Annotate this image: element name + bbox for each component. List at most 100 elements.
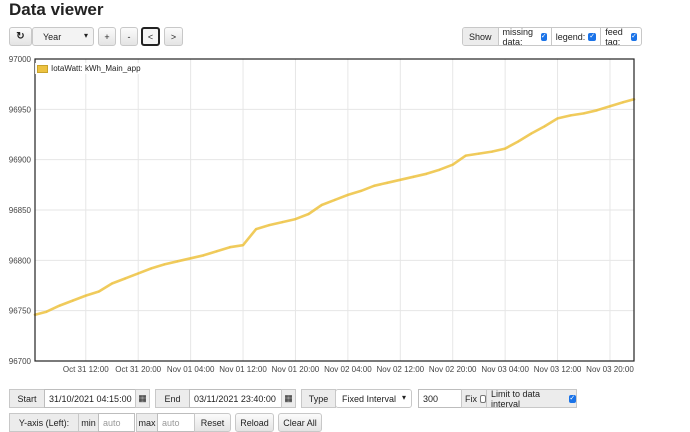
show-options: Show missing data: ✓ legend: ✓ feed tag:… xyxy=(462,27,642,46)
calendar-icon: ▦ xyxy=(138,393,147,403)
data-point xyxy=(438,168,441,171)
x-tick-label: Nov 02 12:00 xyxy=(377,365,425,374)
data-point xyxy=(478,152,480,155)
data-point xyxy=(176,260,179,263)
data-point xyxy=(98,290,100,293)
data-point xyxy=(386,182,389,184)
data-point xyxy=(622,101,624,104)
data-point xyxy=(242,244,244,246)
x-tick-label: Nov 03 12:00 xyxy=(534,365,582,374)
limit-interval-toggle[interactable]: Limit to data interval ✓ xyxy=(486,388,577,409)
show-label: Show xyxy=(463,28,499,45)
period-select[interactable]: Year ▾ xyxy=(32,27,94,46)
legend-checkbox[interactable]: ✓ xyxy=(588,32,597,41)
period-select-value: Year xyxy=(43,31,62,42)
start-label: Start xyxy=(9,389,45,408)
data-point xyxy=(281,221,284,223)
missing-data-toggle[interactable]: missing data: ✓ xyxy=(499,28,552,45)
feed-tag-label: feed tag: xyxy=(605,27,623,46)
data-point xyxy=(111,282,113,285)
y-tick-label: 96800 xyxy=(9,256,32,265)
end-datetime-input[interactable]: 03/11/2021 23:40:00 xyxy=(189,389,282,408)
x-tick-label: Nov 03 04:00 xyxy=(481,365,529,374)
data-point xyxy=(268,224,271,226)
end-calendar-button[interactable]: ▦ xyxy=(281,389,296,408)
y-tick-label: 96700 xyxy=(9,357,32,366)
data-point xyxy=(517,140,519,143)
fix-toggle[interactable]: Fix xyxy=(461,389,487,408)
y-tick-label: 96750 xyxy=(9,307,32,316)
y-axis-ticks: 96700 96750 96800 96850 96900 96950 97000 xyxy=(9,55,32,366)
interval-input[interactable]: 300 xyxy=(418,389,462,408)
limit-interval-checkbox[interactable]: ✓ xyxy=(568,394,576,403)
refresh-icon: ↻ xyxy=(16,31,25,42)
calendar-icon: ▦ xyxy=(284,393,293,403)
feed-tag-toggle[interactable]: feed tag: ✓ xyxy=(601,28,641,45)
data-point xyxy=(124,277,126,280)
series-line xyxy=(33,97,636,317)
max-label: max xyxy=(136,413,158,432)
x-tick-label: Nov 02 20:00 xyxy=(429,365,477,374)
reset-button[interactable]: Reset xyxy=(194,413,231,432)
data-point xyxy=(294,218,297,220)
chevron-down-icon: ▾ xyxy=(83,31,88,40)
x-tick-label: Nov 01 04:00 xyxy=(167,365,215,374)
reload-button[interactable]: Reload xyxy=(235,413,274,432)
feed-tag-checkbox[interactable]: ✓ xyxy=(631,32,637,41)
x-tick-label: Nov 01 20:00 xyxy=(272,365,320,374)
type-label: Type xyxy=(301,389,336,408)
data-point xyxy=(307,213,310,215)
data-point xyxy=(163,263,166,266)
data-point xyxy=(609,105,611,108)
data-point xyxy=(45,310,48,313)
data-point xyxy=(425,173,428,175)
yaxis-left-label: Y-axis (Left): xyxy=(9,413,79,432)
legend-toggle-label: legend: xyxy=(555,31,586,42)
data-point xyxy=(347,194,349,196)
yaxis-max-input[interactable]: auto xyxy=(157,413,195,432)
data-point xyxy=(202,254,205,257)
start-calendar-button[interactable]: ▦ xyxy=(135,389,150,408)
x-tick-label: Nov 02 04:00 xyxy=(324,365,372,374)
data-point xyxy=(491,150,493,153)
data-point xyxy=(504,147,506,150)
data-point xyxy=(189,257,192,260)
data-chart[interactable]: 96700 96750 96800 96850 96900 96950 97000 Oct … xyxy=(0,52,690,378)
refresh-button[interactable]: ↻ xyxy=(9,27,32,46)
y-tick-label: 96850 xyxy=(9,206,32,215)
data-point xyxy=(334,199,336,201)
pan-left-button[interactable]: < xyxy=(141,27,160,46)
chart-grid xyxy=(35,58,634,362)
x-axis-ticks: Oct 31 12:00 Oct 31 20:00 Nov 01 04:00 Nov … xyxy=(63,365,634,374)
missing-data-checkbox[interactable]: ✓ xyxy=(540,32,547,41)
data-point xyxy=(569,114,572,117)
zoom-in-button[interactable]: + xyxy=(98,27,116,46)
zoom-out-button[interactable]: - xyxy=(120,27,138,46)
data-point xyxy=(373,185,375,187)
clear-all-button[interactable]: Clear All xyxy=(278,413,322,432)
data-point xyxy=(58,304,61,307)
limit-interval-label: Limit to data interval xyxy=(491,388,541,409)
data-point xyxy=(543,125,546,128)
legend-series-label: IotaWatt: kWh_Main_app xyxy=(51,64,141,73)
x-tick-label: Nov 01 12:00 xyxy=(219,365,267,374)
type-select[interactable]: Fixed Interval ▾ xyxy=(335,389,412,408)
fix-label: Fix xyxy=(465,393,477,404)
y-tick-label: 96900 xyxy=(9,156,32,165)
legend-swatch xyxy=(37,64,48,73)
data-point xyxy=(229,246,231,248)
y-tick-label: 96950 xyxy=(9,105,32,114)
x-tick-label: Nov 03 20:00 xyxy=(586,365,634,374)
data-point xyxy=(320,204,323,206)
end-label: End xyxy=(155,389,190,408)
data-point xyxy=(451,163,454,166)
missing-data-label: missing data: xyxy=(502,27,534,46)
min-label: min xyxy=(78,413,99,432)
legend-toggle[interactable]: legend: ✓ xyxy=(552,28,602,45)
start-datetime-input[interactable]: 31/10/2021 04:15:00 xyxy=(44,389,136,408)
pan-right-button[interactable]: > xyxy=(164,27,183,46)
x-tick-label: Oct 31 12:00 xyxy=(63,365,109,374)
yaxis-min-input[interactable]: auto xyxy=(98,413,135,432)
data-point xyxy=(85,294,87,297)
data-point xyxy=(596,109,598,112)
